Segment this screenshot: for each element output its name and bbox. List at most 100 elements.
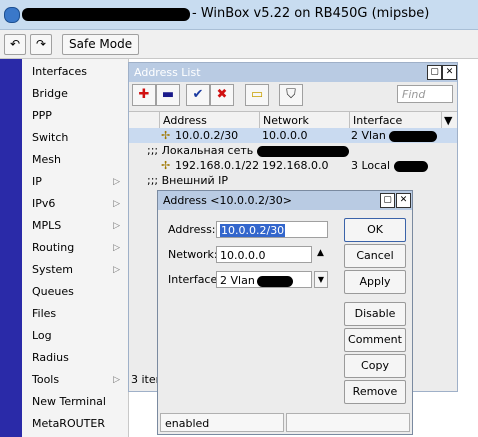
submenu-arrow-icon: ▷	[113, 199, 120, 209]
sidebar-item-label: IP	[32, 175, 42, 188]
dialog-title: Address <10.0.0.2/30>	[163, 194, 292, 207]
sidebar-item-label: Bridge	[32, 87, 68, 100]
redo-icon[interactable]: ↷	[30, 34, 52, 55]
sidebar-item-ipv6[interactable]: IPv6 ▷	[22, 193, 128, 215]
comment-button[interactable]: Comment	[344, 328, 406, 352]
undo-icon[interactable]: ↶	[4, 34, 26, 55]
submenu-arrow-icon: ▷	[113, 375, 120, 385]
disable-cross-icon[interactable]: ✖	[210, 84, 234, 106]
safe-mode-button[interactable]: Safe Mode	[62, 34, 140, 55]
sidebar-item-label: MPLS	[32, 219, 62, 232]
sidebar-menu: Interfaces Bridge PPP Switch Mesh IP ▷ IPv6 ▷ MPL…	[22, 59, 129, 437]
interface-select[interactable]: 2 Vlan	[216, 271, 312, 288]
sidebar-item-label: Switch	[32, 131, 69, 144]
table-row[interactable]: ✢ 192.168.0.1/22 192.168.0.0 3 Local	[129, 158, 457, 173]
cell-interface: 3 Local	[351, 158, 428, 173]
cell-interface: 2 Vlan	[351, 128, 438, 143]
address-list-title: Address List	[134, 66, 201, 79]
sidebar-item-label: Tools	[32, 373, 60, 386]
sidebar-item-label: New Terminal	[32, 395, 106, 408]
sidebar-item-bridge[interactable]: Bridge	[22, 83, 128, 105]
sidebar-item-interfaces[interactable]: Interfaces	[22, 61, 128, 83]
table-row[interactable]: ✢ 10.0.0.2/30 10.0.0.0 2 Vlan	[129, 128, 457, 143]
column-address[interactable]: Address	[159, 112, 259, 129]
column-menu-icon[interactable]: ▼	[441, 112, 457, 129]
sidebar-item-tools[interactable]: Tools ▷	[22, 369, 128, 391]
winbox-app-icon	[4, 7, 20, 23]
sidebar-item-label: IPv6	[32, 197, 56, 210]
sidebar-item-mesh[interactable]: Mesh	[22, 149, 128, 171]
sidebar-item-label: Routing	[32, 241, 75, 254]
sidebar-item-label: Log	[32, 329, 52, 342]
dialog-header[interactable]: Address <10.0.0.2/30> ▢ ✕	[158, 191, 412, 210]
dialog-status-extra	[286, 413, 410, 432]
address-dialog: Address <10.0.0.2/30> ▢ ✕ Address: 10.0.…	[157, 190, 413, 435]
address-field[interactable]: 10.0.0.2/30	[216, 221, 328, 238]
add-icon[interactable]: ✚	[132, 84, 156, 106]
maximize-icon[interactable]: ▢	[427, 65, 442, 80]
address-entry-icon: ✢	[161, 159, 171, 172]
sidebar-item-files[interactable]: Files	[22, 303, 128, 325]
table-row-comment[interactable]: ;;; Внешний IP	[129, 173, 457, 188]
title-bar: - WinBox v5.22 on RB450G (mipsbe)	[0, 0, 478, 30]
column-network[interactable]: Network	[259, 112, 349, 129]
sidebar-item-new-terminal[interactable]: New Terminal	[22, 391, 128, 413]
sidebar-item-label: Radius	[32, 351, 69, 364]
remove-icon[interactable]: ▬	[156, 84, 180, 106]
close-icon[interactable]: ✕	[396, 193, 411, 208]
sidebar-item-metarouter[interactable]: MetaROUTER	[22, 413, 128, 435]
table-row-comment[interactable]: ;;; Локальная сеть	[129, 143, 457, 158]
apply-button[interactable]: Apply	[344, 270, 406, 294]
network-label: Network:	[168, 248, 218, 261]
dropdown-icon[interactable]: ▼	[314, 271, 328, 288]
sidebar-item-label: System	[32, 263, 74, 276]
sidebar-item-ppp[interactable]: PPP	[22, 105, 128, 127]
comment-note-icon[interactable]: ▭	[245, 84, 269, 106]
copy-button[interactable]: Copy	[344, 354, 406, 378]
expand-up-icon[interactable]: ▲	[317, 248, 324, 258]
ok-button[interactable]: OK	[344, 218, 406, 242]
window-title: - WinBox v5.22 on RB450G (mipsbe)	[192, 6, 430, 21]
sidebar-item-switch[interactable]: Switch	[22, 127, 128, 149]
sidebar-item-label: MetaROUTER	[32, 417, 105, 430]
close-icon[interactable]: ✕	[442, 65, 457, 80]
submenu-arrow-icon: ▷	[113, 243, 120, 253]
address-label: Address:	[168, 223, 216, 236]
sidebar-item-routing[interactable]: Routing ▷	[22, 237, 128, 259]
enable-check-icon[interactable]: ✔	[186, 84, 210, 106]
sidebar-item-label: Queues	[32, 285, 74, 298]
submenu-arrow-icon: ▷	[113, 177, 120, 187]
network-field[interactable]: 10.0.0.0	[216, 246, 312, 263]
filter-funnel-icon[interactable]: ⛉	[279, 84, 303, 106]
find-input[interactable]: Find	[397, 85, 453, 103]
column-interface[interactable]: Interface	[349, 112, 441, 129]
sidebar-item-queues[interactable]: Queues	[22, 281, 128, 303]
cell-address: 10.0.0.2/30	[175, 129, 239, 142]
sidebar-item-log[interactable]: Log	[22, 325, 128, 347]
disable-button[interactable]: Disable	[344, 302, 406, 326]
address-entry-icon: ✢	[161, 129, 171, 142]
redacted-identity	[22, 8, 190, 21]
row-comment: ;;; Локальная сеть	[147, 143, 349, 158]
submenu-arrow-icon: ▷	[113, 265, 120, 275]
sidebar-brand-strip	[0, 59, 22, 437]
maximize-icon[interactable]: ▢	[380, 193, 395, 208]
cell-network: 192.168.0.0	[262, 159, 329, 172]
sidebar-item-label: PPP	[32, 109, 52, 122]
remove-button[interactable]: Remove	[344, 380, 406, 404]
submenu-arrow-icon: ▷	[113, 221, 120, 231]
sidebar-item-system[interactable]: System ▷	[22, 259, 128, 281]
sidebar-item-radius[interactable]: Radius	[22, 347, 128, 369]
main-toolbar: ↶ ↷ Safe Mode	[0, 30, 478, 59]
cell-network: 10.0.0.0	[262, 129, 308, 142]
cancel-button[interactable]: Cancel	[344, 244, 406, 268]
sidebar-item-ip[interactable]: IP ▷	[22, 171, 128, 193]
cell-address: 192.168.0.1/22	[175, 159, 260, 172]
interface-label: Interface:	[168, 273, 221, 286]
address-list-header[interactable]: Address List ▢ ✕	[129, 63, 457, 82]
sidebar-item-label: Files	[32, 307, 57, 320]
sidebar-item-label: Mesh	[32, 153, 61, 166]
sidebar-item-label: Interfaces	[32, 65, 87, 78]
dialog-status: enabled	[160, 413, 284, 432]
sidebar-item-mpls[interactable]: MPLS ▷	[22, 215, 128, 237]
